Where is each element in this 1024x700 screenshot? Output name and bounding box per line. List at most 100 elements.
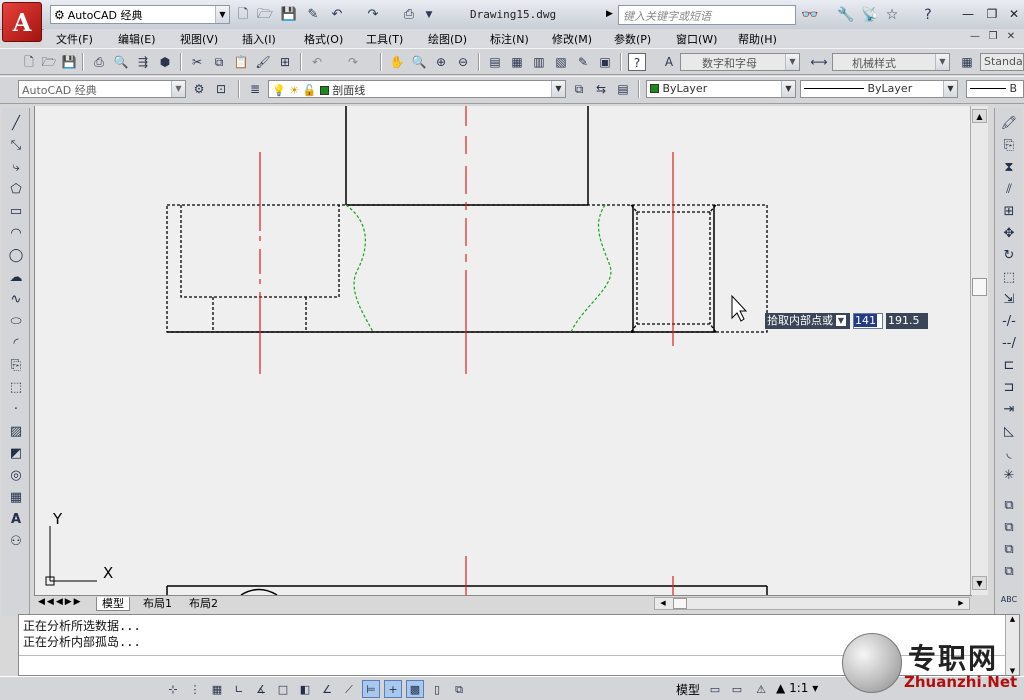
linetype-dropdown[interactable]: ByLayer ▼ xyxy=(800,80,958,98)
break-at-point-icon[interactable]: ⊏ xyxy=(999,356,1019,376)
line-icon[interactable]: ╱ xyxy=(6,114,26,134)
quick-properties-icon[interactable]: ▯ xyxy=(428,680,446,698)
object-snap-tracking-icon[interactable]: ∠ xyxy=(318,680,336,698)
redo-icon[interactable]: ↷ xyxy=(364,6,382,24)
dim-style-dropdown[interactable]: 机械样式 ▼ xyxy=(832,53,950,71)
open-folder-icon[interactable]: 🗁 xyxy=(256,6,274,24)
snap-mode-icon[interactable]: ⋮ xyxy=(186,680,204,698)
application-menu-button[interactable]: A xyxy=(2,2,42,42)
table-style-dropdown[interactable]: Standa xyxy=(980,53,1024,71)
open-icon[interactable]: 🗁 xyxy=(40,53,58,71)
new-file-icon[interactable]: 🗋 xyxy=(234,6,252,24)
calculator-icon[interactable]: ▣ xyxy=(596,53,614,71)
move-icon[interactable]: ✥ xyxy=(999,224,1019,244)
key-icon[interactable]: 🔧 xyxy=(836,5,856,25)
menu-insert[interactable]: 插入(I) xyxy=(242,31,276,47)
ellipse-arc-icon[interactable]: ◜ xyxy=(6,334,26,354)
layer-previous-icon[interactable]: ⇆ xyxy=(592,80,610,98)
tool-palettes-icon[interactable]: ▥ xyxy=(530,53,548,71)
insert-block-icon[interactable]: ⎘ xyxy=(6,356,26,376)
text-style-dropdown[interactable]: 数字和字母 ▼ xyxy=(680,53,800,71)
fillet-icon[interactable]: ◟ xyxy=(999,444,1019,464)
drawing-area[interactable]: Y X xyxy=(34,106,972,595)
expand-arrow-icon[interactable]: ▶ xyxy=(606,9,613,19)
make-current-layer-icon[interactable]: ⧉ xyxy=(570,80,588,98)
selection-cycling-icon[interactable]: ⧉ xyxy=(450,680,468,698)
workspace-settings-icon[interactable]: ⊡ xyxy=(212,80,230,98)
chevron-down-icon[interactable]: ▼ xyxy=(215,6,229,23)
design-center-icon[interactable]: ▦ xyxy=(508,53,526,71)
dynamic-input-options-icon[interactable]: ▼ xyxy=(836,315,846,326)
vertical-scrollbar[interactable]: ▲ ▼ xyxy=(970,106,988,595)
zoom-realtime-icon[interactable]: 🔍 xyxy=(410,53,428,71)
scroll-up-icon[interactable]: ▲ xyxy=(972,109,987,123)
scroll-right-icon[interactable]: ▶ xyxy=(955,598,967,609)
menu-draw[interactable]: 绘图(D) xyxy=(428,31,467,47)
polyline-icon[interactable]: ⤷ xyxy=(6,158,26,178)
explode-icon[interactable]: ✳ xyxy=(999,466,1019,486)
text-to-front-icon[interactable]: ABC xyxy=(999,590,1019,610)
zoom-window-icon[interactable]: ⊕ xyxy=(432,53,450,71)
transparency-icon[interactable]: ▩ xyxy=(406,680,424,698)
layer-dropdown[interactable]: 💡 ☀ 🔓 剖面线 ▼ xyxy=(268,80,566,98)
scroll-up-icon[interactable]: ▲ xyxy=(1006,615,1019,623)
mirror-icon[interactable]: ⧗ xyxy=(999,158,1019,178)
point-icon[interactable]: · xyxy=(6,400,26,420)
star-icon[interactable]: ☆ xyxy=(882,5,902,25)
break-icon[interactable]: ⊐ xyxy=(999,378,1019,398)
table-style-icon[interactable]: ▦ xyxy=(958,53,976,71)
tab-model[interactable]: 模型 xyxy=(96,597,130,611)
menu-modify[interactable]: 修改(M) xyxy=(552,31,592,47)
vertical-scroll-thumb[interactable] xyxy=(972,278,987,296)
menu-dimension[interactable]: 标注(N) xyxy=(490,31,529,47)
dim-style-icon[interactable]: ⟷ xyxy=(810,53,828,71)
offset-icon[interactable]: ⫽ xyxy=(999,180,1019,200)
table-icon[interactable]: ▦ xyxy=(6,488,26,508)
pan-hand-icon[interactable]: ✋ xyxy=(388,53,406,71)
horizontal-scrollbar[interactable]: ◀ ▶ xyxy=(654,597,970,610)
scroll-down-icon[interactable]: ▼ xyxy=(972,576,987,590)
block-editor-icon[interactable]: ⊞ xyxy=(276,53,294,71)
rectangle-icon[interactable]: ▭ xyxy=(6,202,26,222)
construction-line-icon[interactable]: ⤡ xyxy=(6,136,26,156)
dynamic-input-x-field[interactable]: 141 xyxy=(853,313,883,329)
workspace-dropdown[interactable]: AutoCAD 经典 ▼ xyxy=(18,80,186,98)
publish-icon[interactable]: ⇶ xyxy=(134,53,152,71)
region-icon[interactable]: ◎ xyxy=(6,466,26,486)
close-icon[interactable]: ✕ xyxy=(1006,6,1022,22)
multiline-text-icon[interactable]: A xyxy=(6,510,26,530)
polygon-icon[interactable]: ⬠ xyxy=(6,180,26,200)
3d-object-snap-icon[interactable]: ◧ xyxy=(296,680,314,698)
text-style-icon[interactable]: A xyxy=(660,53,678,71)
print-icon[interactable]: ⎙ xyxy=(400,6,418,24)
join-icon[interactable]: ⇥ xyxy=(999,400,1019,420)
help-icon[interactable]: ? xyxy=(628,53,646,71)
plot-preview-icon[interactable]: 🔍 xyxy=(112,53,130,71)
satellite-icon[interactable]: 📡 xyxy=(860,5,880,25)
sheet-set-icon[interactable]: ▧ xyxy=(552,53,570,71)
lineweight-dropdown[interactable]: B xyxy=(966,80,1024,98)
model-space-label[interactable]: 模型 xyxy=(676,681,700,698)
mdi-close-icon[interactable]: ✕ xyxy=(1004,30,1018,44)
tab-layout1[interactable]: 布局1 xyxy=(138,597,177,611)
color-dropdown[interactable]: ByLayer ▼ xyxy=(646,80,796,98)
quick-view-drawings-icon[interactable]: ▭ xyxy=(728,680,746,698)
dynamic-input-icon[interactable]: ⊨ xyxy=(362,680,380,698)
redo-icon[interactable]: ↷ xyxy=(344,53,362,71)
ellipse-icon[interactable]: ⬭ xyxy=(6,312,26,332)
search-input[interactable]: 键入关键字或短语 xyxy=(618,5,796,25)
match-properties-icon[interactable]: 🖌 xyxy=(254,53,272,71)
grid-display-icon[interactable]: ▦ xyxy=(208,680,226,698)
workspace-switcher[interactable]: ⚙ AutoCAD 经典 ▼ xyxy=(50,5,230,24)
polar-tracking-icon[interactable]: ∡ xyxy=(252,680,270,698)
cut-icon[interactable]: ✂ xyxy=(188,53,206,71)
gear-icon[interactable]: ⚙ xyxy=(190,80,208,98)
save-icon[interactable]: 💾 xyxy=(280,6,298,24)
undo-icon[interactable]: ↶ xyxy=(328,6,346,24)
menu-file[interactable]: 文件(F) xyxy=(56,31,93,47)
gradient-icon[interactable]: ◩ xyxy=(6,444,26,464)
layer-states-icon[interactable]: ▤ xyxy=(614,80,632,98)
annotation-scale-value[interactable]: ▲ 1:1 ▾ xyxy=(776,681,818,695)
markup-icon[interactable]: ✎ xyxy=(574,53,592,71)
draworder-under-icon[interactable]: ⧉ xyxy=(999,562,1019,582)
